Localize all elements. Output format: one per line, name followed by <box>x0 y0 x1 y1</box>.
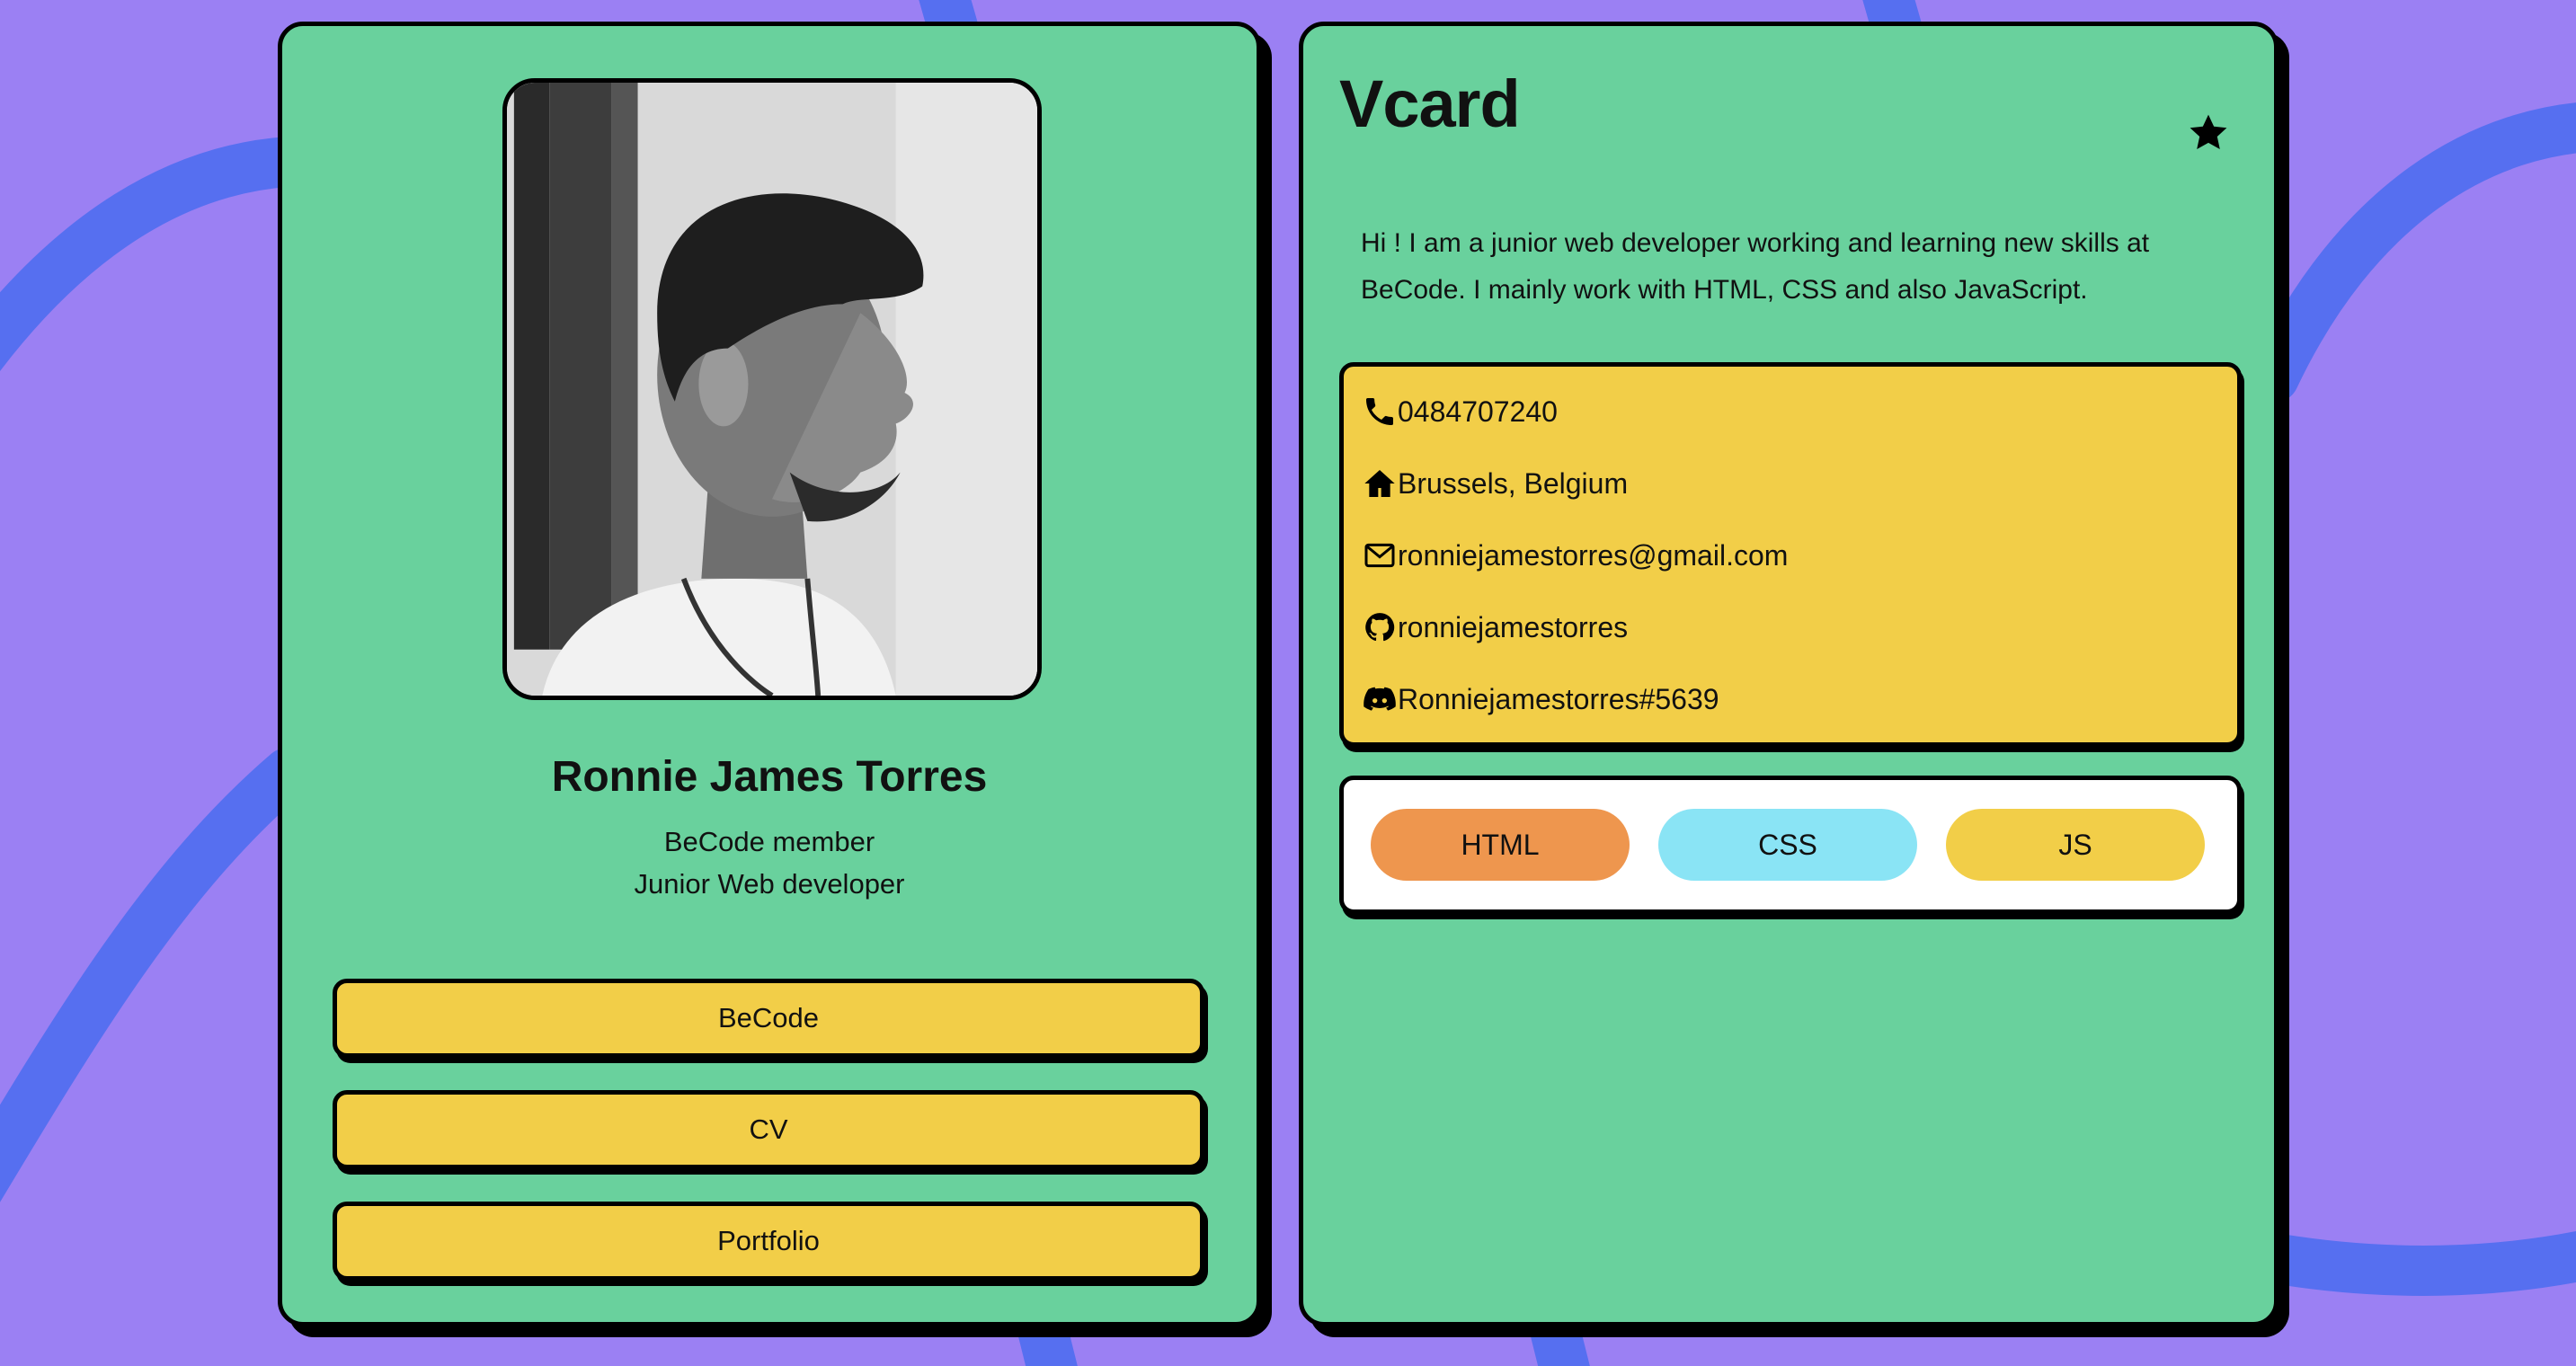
discord-icon <box>1364 687 1396 711</box>
envelope-icon <box>1364 543 1395 568</box>
profile-role-title: Junior Web developer <box>634 868 905 900</box>
wave-left-bottom <box>0 748 313 1202</box>
skill-badge-css: CSS <box>1658 809 1917 881</box>
wave-bottom-right <box>1530 1305 1590 1366</box>
intro-text: Hi ! I am a junior web developer working… <box>1361 228 2150 305</box>
contact-email-text: ronniejamestorres@gmail.com <box>1398 538 1789 572</box>
profile-name: Ronnie James Torres <box>551 753 988 801</box>
contact-phone-text: 0484707240 <box>1398 395 1558 428</box>
skills-box: HTML CSS JS <box>1339 776 2242 914</box>
star-icon[interactable] <box>2186 111 2231 155</box>
wave-right-upper <box>2249 102 2576 403</box>
wave-bottom-left <box>1017 1305 1078 1366</box>
phone-icon <box>1366 398 1393 425</box>
vcard-title: Vcard <box>1339 67 1521 141</box>
profile-card: Ronnie James Torres BeCode member Junior… <box>278 22 1261 1326</box>
profile-role-organization: BeCode member <box>663 826 875 857</box>
skill-badge-html: HTML <box>1371 809 1630 881</box>
home-icon <box>1364 470 1395 497</box>
contact-phone[interactable]: 0484707240 <box>1362 392 1558 431</box>
skill-badge-js: JS <box>1946 809 2205 881</box>
wave-right-lower <box>2249 1230 2576 1296</box>
contact-discord-text: Ronniejamestorres#5639 <box>1398 682 1719 715</box>
cv-link-button[interactable]: CV <box>333 1090 1204 1169</box>
profile-photo <box>502 78 1042 700</box>
becode-link-button[interactable]: BeCode <box>333 979 1204 1058</box>
contact-info-box: 0484707240 Brussels, Belgium ronniejames… <box>1339 362 2242 747</box>
contact-discord[interactable]: Ronniejamestorres#5639 <box>1362 679 1719 719</box>
portfolio-link-button[interactable]: Portfolio <box>333 1202 1204 1281</box>
contact-github[interactable]: ronniejamestorres <box>1362 608 1628 647</box>
contact-location-text: Brussels, Belgium <box>1398 466 1629 500</box>
vcard-card: Vcard Hi ! I am a junior web developer w… <box>1299 22 2278 1326</box>
github-icon <box>1365 613 1395 642</box>
contact-location: Brussels, Belgium <box>1362 464 1628 503</box>
profile-photo-illustration <box>507 83 1037 696</box>
wave-left-top <box>0 137 313 372</box>
contact-github-text: ronniejamestorres <box>1398 610 1629 643</box>
contact-email[interactable]: ronniejamestorres@gmail.com <box>1362 536 1788 575</box>
